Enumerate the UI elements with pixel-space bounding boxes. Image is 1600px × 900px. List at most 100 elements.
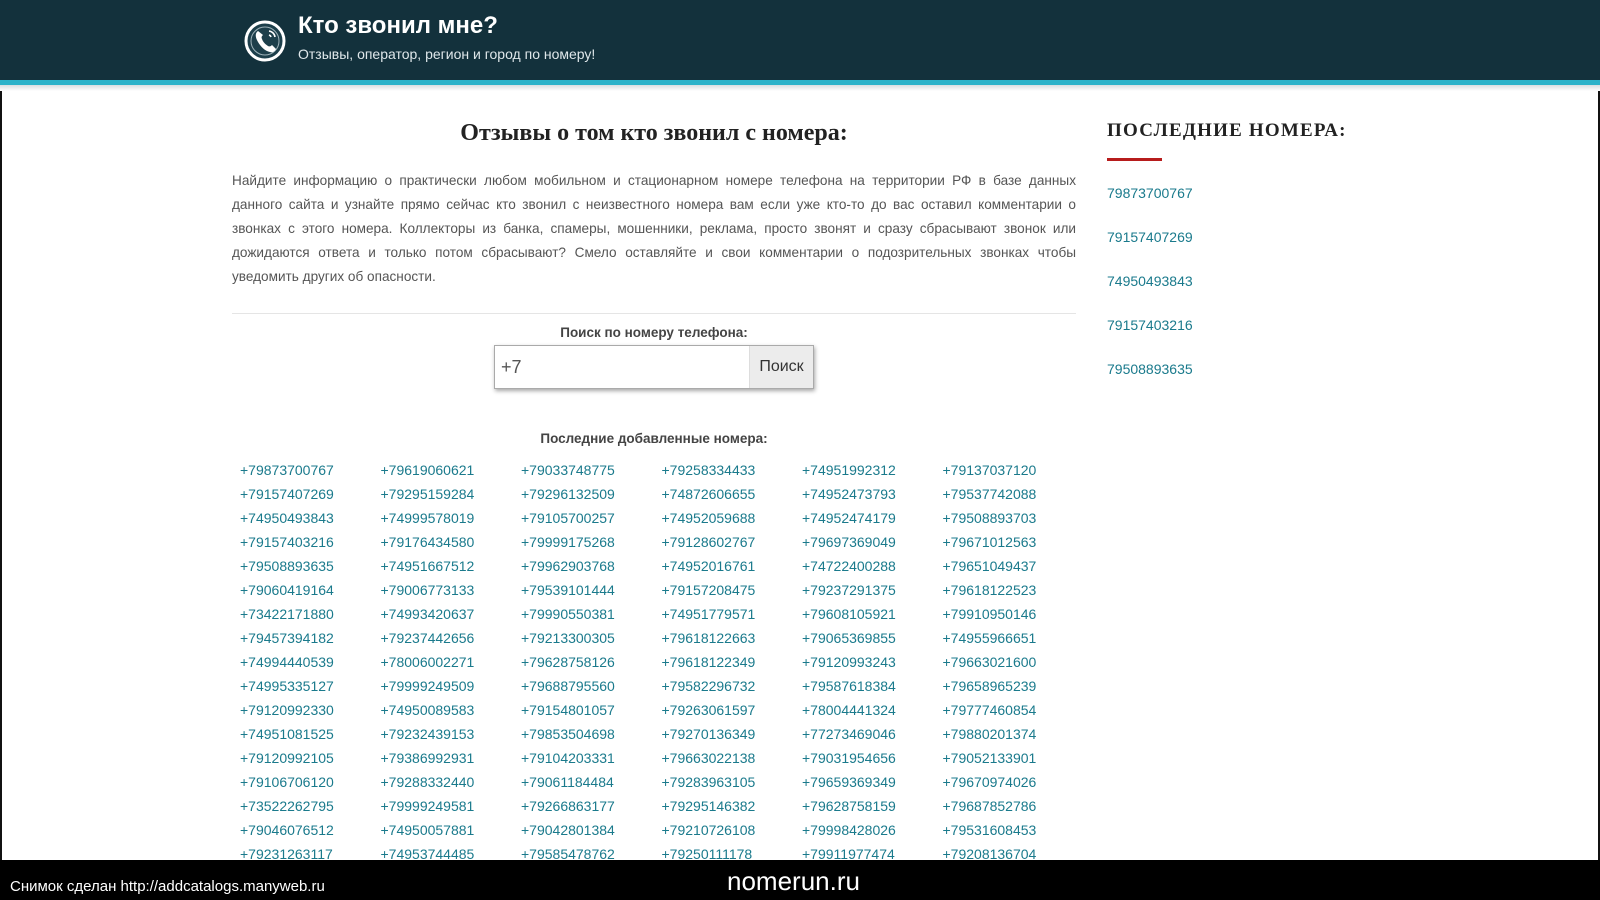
phone-number-link[interactable]: +74951081525: [240, 722, 381, 746]
phone-number-link[interactable]: +79663021600: [943, 650, 1084, 674]
phone-number-link[interactable]: +79537742088: [943, 482, 1084, 506]
phone-number-link[interactable]: +79033748775: [521, 458, 662, 482]
phone-number-link[interactable]: +79052133901: [943, 746, 1084, 770]
phone-number-link[interactable]: +79006773133: [381, 578, 522, 602]
phone-number-link[interactable]: +74993420637: [381, 602, 522, 626]
phone-number-link[interactable]: +79210726108: [662, 818, 803, 842]
phone-number-link[interactable]: +79628758159: [802, 794, 943, 818]
phone-number-link[interactable]: +79157407269: [240, 482, 381, 506]
phone-number-link[interactable]: +74999578019: [381, 506, 522, 530]
phone-number-link[interactable]: +79232439153: [381, 722, 522, 746]
phone-number-link[interactable]: +79998428026: [802, 818, 943, 842]
phone-number-link[interactable]: +79295159284: [381, 482, 522, 506]
sidebar-number-link[interactable]: 79508893635: [1107, 361, 1193, 377]
phone-number-link[interactable]: +79582296732: [662, 674, 803, 698]
phone-number-link[interactable]: +79031954656: [802, 746, 943, 770]
phone-number-link[interactable]: +78006002271: [381, 650, 522, 674]
phone-number-link[interactable]: +74952016761: [662, 554, 803, 578]
phone-number-link[interactable]: +79157403216: [240, 530, 381, 554]
phone-number-link[interactable]: +79105700257: [521, 506, 662, 530]
phone-number-link[interactable]: +79651049437: [943, 554, 1084, 578]
phone-number-link[interactable]: +78004441324: [802, 698, 943, 722]
search-button[interactable]: Поиск: [749, 346, 813, 388]
phone-number-link[interactable]: +79061184484: [521, 770, 662, 794]
phone-search-input[interactable]: [495, 346, 749, 388]
phone-number-link[interactable]: +74872606655: [662, 482, 803, 506]
phone-number-link[interactable]: +73522262795: [240, 794, 381, 818]
phone-number-link[interactable]: +74955966651: [943, 626, 1084, 650]
phone-number-link[interactable]: +79120993243: [802, 650, 943, 674]
phone-number-link[interactable]: +74950493843: [240, 506, 381, 530]
phone-number-link[interactable]: +79296132509: [521, 482, 662, 506]
phone-number-link[interactable]: +79046076512: [240, 818, 381, 842]
phone-number-link[interactable]: +74952059688: [662, 506, 803, 530]
phone-number-link[interactable]: +79237442656: [381, 626, 522, 650]
phone-number-link[interactable]: +74951992312: [802, 458, 943, 482]
phone-number-link[interactable]: +74995335127: [240, 674, 381, 698]
phone-number-link[interactable]: +79176434580: [381, 530, 522, 554]
phone-number-link[interactable]: +79157208475: [662, 578, 803, 602]
phone-number-link[interactable]: +79910950146: [943, 602, 1084, 626]
phone-number-link[interactable]: +79386992931: [381, 746, 522, 770]
phone-number-link[interactable]: +79618122663: [662, 626, 803, 650]
phone-number-link[interactable]: +79508893703: [943, 506, 1084, 530]
phone-number-link[interactable]: +74950089583: [381, 698, 522, 722]
phone-number-link[interactable]: +74952473793: [802, 482, 943, 506]
phone-number-link[interactable]: +79659369349: [802, 770, 943, 794]
phone-number-link[interactable]: +79457394182: [240, 626, 381, 650]
phone-number-link[interactable]: +79128602767: [662, 530, 803, 554]
phone-number-link[interactable]: +79237291375: [802, 578, 943, 602]
phone-number-link[interactable]: +79137037120: [943, 458, 1084, 482]
phone-number-link[interactable]: +79618122349: [662, 650, 803, 674]
sidebar-number-link[interactable]: 74950493843: [1107, 273, 1193, 289]
phone-number-link[interactable]: +79587618384: [802, 674, 943, 698]
phone-number-link[interactable]: +79042801384: [521, 818, 662, 842]
phone-number-link[interactable]: +79658965239: [943, 674, 1084, 698]
phone-number-link[interactable]: +79060419164: [240, 578, 381, 602]
phone-number-link[interactable]: +79539101444: [521, 578, 662, 602]
phone-number-link[interactable]: +79213300305: [521, 626, 662, 650]
phone-number-link[interactable]: +79154801057: [521, 698, 662, 722]
phone-number-link[interactable]: +79999175268: [521, 530, 662, 554]
sidebar-number-link[interactable]: 79157407269: [1107, 229, 1193, 245]
phone-number-link[interactable]: +77273469046: [802, 722, 943, 746]
phone-number-link[interactable]: +79671012563: [943, 530, 1084, 554]
phone-number-link[interactable]: +74952474179: [802, 506, 943, 530]
phone-number-link[interactable]: +79283963105: [662, 770, 803, 794]
phone-number-link[interactable]: +79065369855: [802, 626, 943, 650]
phone-number-link[interactable]: +74950057881: [381, 818, 522, 842]
phone-number-link[interactable]: +79263061597: [662, 698, 803, 722]
phone-number-link[interactable]: +79990550381: [521, 602, 662, 626]
phone-number-link[interactable]: +79120992330: [240, 698, 381, 722]
phone-number-link[interactable]: +79697369049: [802, 530, 943, 554]
phone-number-link[interactable]: +79288332440: [381, 770, 522, 794]
phone-number-link[interactable]: +79670974026: [943, 770, 1084, 794]
phone-number-link[interactable]: +79999249581: [381, 794, 522, 818]
phone-number-link[interactable]: +73422171880: [240, 602, 381, 626]
phone-number-link[interactable]: +79106706120: [240, 770, 381, 794]
phone-number-link[interactable]: +79853504698: [521, 722, 662, 746]
phone-number-link[interactable]: +74722400288: [802, 554, 943, 578]
phone-number-link[interactable]: +79880201374: [943, 722, 1084, 746]
phone-number-link[interactable]: +79688795560: [521, 674, 662, 698]
phone-number-link[interactable]: +79777460854: [943, 698, 1084, 722]
site-title[interactable]: Кто звонил мне?: [298, 12, 498, 40]
phone-number-link[interactable]: +79266863177: [521, 794, 662, 818]
phone-number-link[interactable]: +79270136349: [662, 722, 803, 746]
phone-number-link[interactable]: +79663022138: [662, 746, 803, 770]
sidebar-number-link[interactable]: 79157403216: [1107, 317, 1193, 333]
phone-number-link[interactable]: +74951779571: [662, 602, 803, 626]
phone-number-link[interactable]: +79628758126: [521, 650, 662, 674]
phone-number-link[interactable]: +79619060621: [381, 458, 522, 482]
sidebar-number-link[interactable]: 79873700767: [1107, 185, 1193, 201]
phone-number-link[interactable]: +79618122523: [943, 578, 1084, 602]
phone-number-link[interactable]: +79962903768: [521, 554, 662, 578]
phone-number-link[interactable]: +74951667512: [381, 554, 522, 578]
phone-number-link[interactable]: +79608105921: [802, 602, 943, 626]
phone-number-link[interactable]: +79258334433: [662, 458, 803, 482]
phone-number-link[interactable]: +79687852786: [943, 794, 1084, 818]
phone-number-link[interactable]: +79120992105: [240, 746, 381, 770]
phone-number-link[interactable]: +79531608453: [943, 818, 1084, 842]
phone-number-link[interactable]: +79295146382: [662, 794, 803, 818]
phone-number-link[interactable]: +79508893635: [240, 554, 381, 578]
